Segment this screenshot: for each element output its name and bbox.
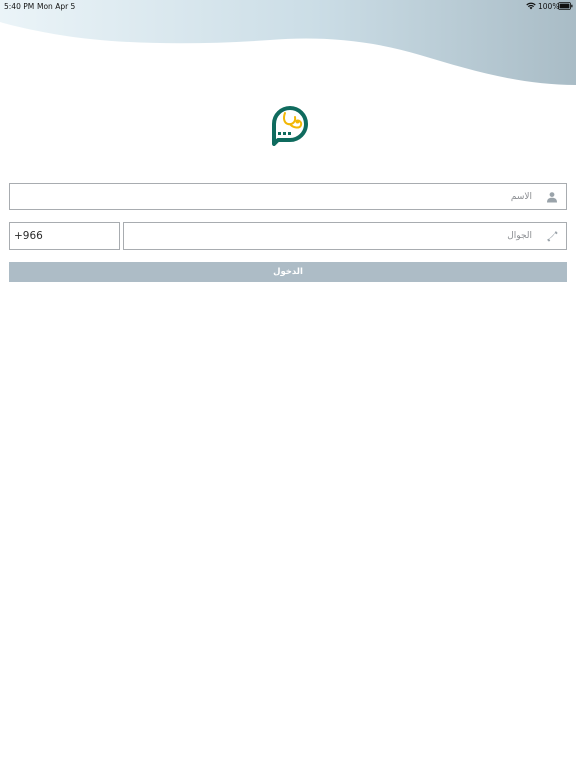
- speech-bubble-stethoscope-icon: [272, 106, 308, 146]
- status-date: Mon Apr 5: [37, 2, 76, 11]
- phone-input[interactable]: [130, 223, 532, 249]
- login-button[interactable]: الدخول: [9, 262, 567, 282]
- battery-full-icon: [558, 2, 573, 10]
- header-wave: [0, 0, 576, 85]
- wifi-icon: [526, 2, 536, 10]
- phone-icon: [547, 231, 558, 242]
- name-input[interactable]: [16, 184, 532, 209]
- name-field[interactable]: [9, 183, 567, 210]
- battery-percentage: 100%: [538, 2, 560, 11]
- country-code-value: +966: [14, 230, 43, 242]
- status-bar: 5:40 PM Mon Apr 5 100%: [0, 0, 576, 12]
- phone-field[interactable]: [123, 222, 567, 250]
- country-code-field[interactable]: +966: [9, 222, 120, 250]
- person-icon: [547, 191, 557, 202]
- status-time: 5:40 PM: [4, 2, 35, 11]
